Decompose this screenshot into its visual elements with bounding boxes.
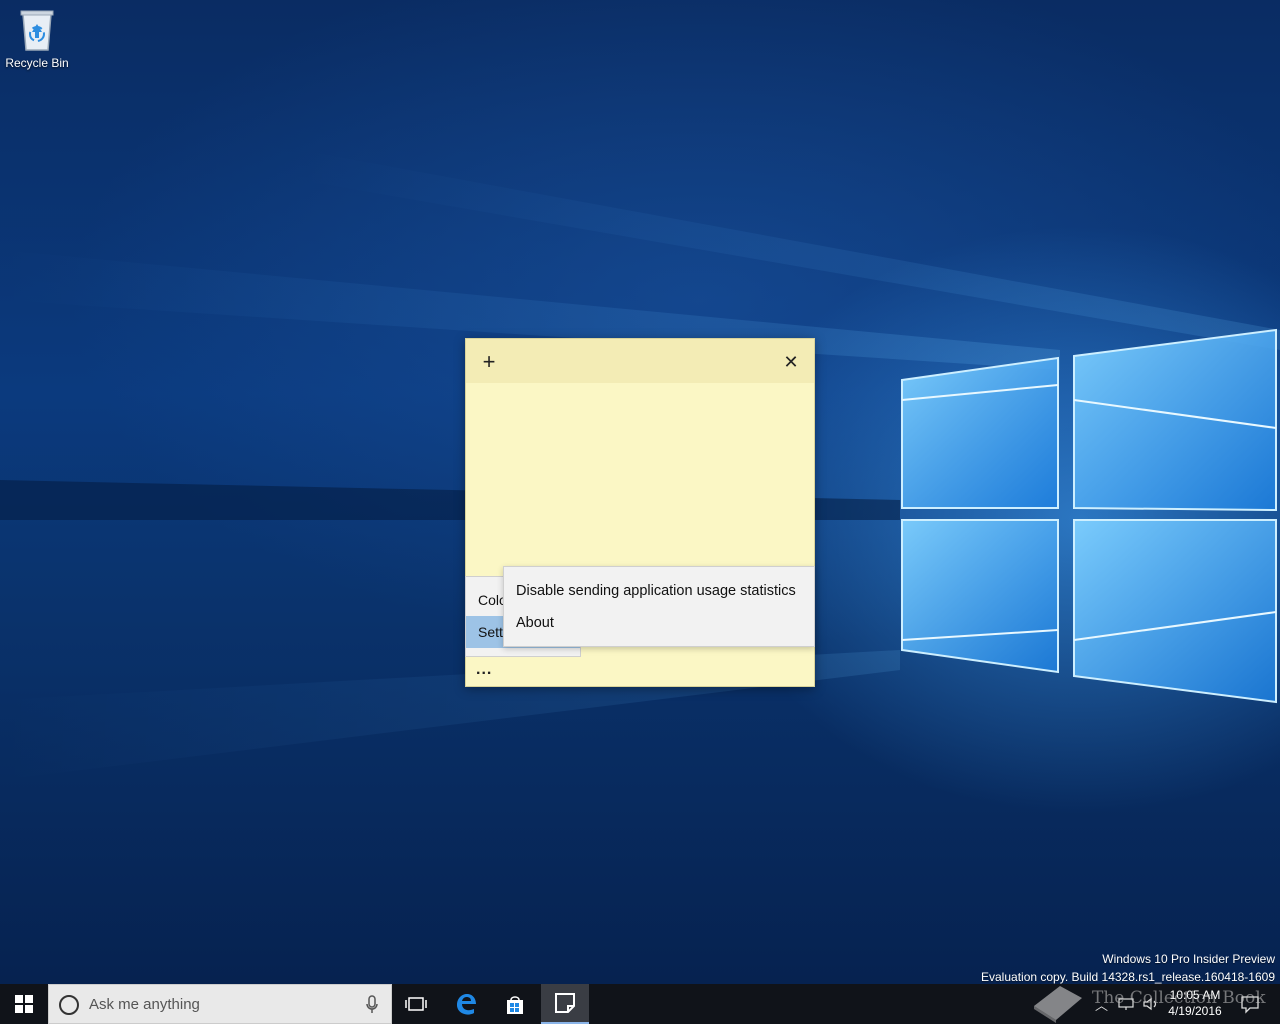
action-center-icon[interactable] xyxy=(1240,994,1260,1014)
desktop-icon-label: Recycle Bin xyxy=(5,56,69,70)
recycle-bin-icon xyxy=(20,10,54,51)
sticky-notes-button[interactable] xyxy=(541,984,589,1024)
windows-logo-icon xyxy=(15,995,33,1013)
network-icon[interactable] xyxy=(1118,997,1134,1011)
close-icon: ✕ xyxy=(783,351,799,372)
clock-time: 10:05 AM xyxy=(1169,988,1221,1002)
search-input[interactable]: Ask me anything xyxy=(48,984,392,1024)
cortana-icon xyxy=(59,995,79,1015)
clock-date: 4/19/2016 xyxy=(1168,1004,1222,1018)
watermark-edition: Windows 10 Pro Insider Preview xyxy=(1102,952,1275,966)
volume-icon[interactable] xyxy=(1142,997,1160,1011)
clock[interactable]: 10:05 AM 4/19/2016 xyxy=(1160,987,1230,1019)
edge-icon xyxy=(457,994,476,1015)
settings-submenu: Disable sending application usage statis… xyxy=(503,566,815,647)
plus-icon: + xyxy=(482,349,496,374)
microphone-icon[interactable] xyxy=(365,995,379,1015)
system-tray: ︿ xyxy=(1095,984,1160,1024)
close-note-button[interactable]: ✕ xyxy=(776,347,806,377)
build-watermark: Windows 10 Pro Insider Preview Evaluatio… xyxy=(981,950,1275,986)
add-note-button[interactable]: + xyxy=(474,347,504,377)
menu-item-disable-usage-statistics[interactable]: Disable sending application usage statis… xyxy=(504,575,814,607)
more-options-button[interactable]: ... xyxy=(476,661,492,679)
search-placeholder: Ask me anything xyxy=(89,996,200,1013)
store-button[interactable] xyxy=(491,984,539,1024)
store-icon xyxy=(507,996,523,1014)
sticky-notes-icon xyxy=(555,993,575,1013)
show-hidden-icons-icon[interactable]: ︿ xyxy=(1095,995,1108,1014)
edge-button[interactable] xyxy=(442,984,490,1024)
start-button[interactable] xyxy=(0,984,48,1024)
task-view-icon xyxy=(405,997,427,1011)
desktop-icon-recycle-bin[interactable]: Recycle Bin xyxy=(2,6,72,76)
menu-item-about[interactable]: About xyxy=(504,607,814,639)
sticky-note-header[interactable]: + ✕ xyxy=(466,339,814,383)
taskbar: Ask me anything ︿ 10:05 AM 4/19/2016 xyxy=(0,984,1280,1024)
task-view-button[interactable] xyxy=(392,984,440,1024)
